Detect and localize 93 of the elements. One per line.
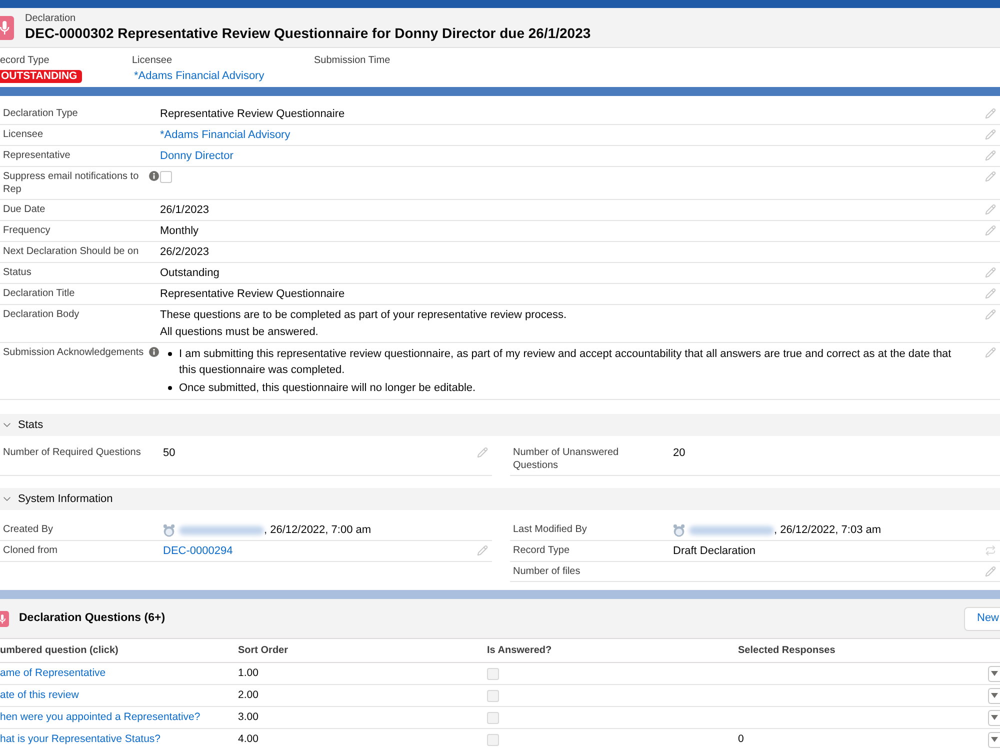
field-label: Last Modified By [513,523,588,536]
field-value: 26/2/2023 [160,245,209,259]
pencil-icon[interactable] [476,545,488,556]
column-header: umbered question (click) [0,644,118,658]
column-header: Is Answered? [487,644,552,658]
checkbox[interactable] [487,734,499,746]
pencil-icon[interactable] [984,309,996,320]
object-type-label: Declaration [25,13,76,25]
field-label: Licensee [3,128,44,141]
table-cell: 4.00 [238,733,258,746]
row-menu-button[interactable] [988,688,1000,704]
field-label: Representative [3,149,72,162]
field-label: Due Date [3,203,46,216]
pencil-icon[interactable] [984,566,996,577]
pencil-icon[interactable] [984,150,996,161]
field-value: 50 [163,446,176,460]
caret-down-icon [991,671,998,676]
pencil-icon[interactable] [984,129,996,140]
field-value: Representative Review Questionnaire [160,107,345,121]
table-cell: 0 [738,733,744,746]
section-header[interactable]: System Information [0,488,1000,510]
bullet-icon [168,386,172,390]
question-link[interactable]: ate of this review [0,689,79,702]
field-label: Next Declaration Should be on [3,245,140,258]
row-menu-button[interactable] [988,710,1000,726]
checkbox[interactable] [487,668,499,680]
question-link[interactable]: hat is your Representative Status? [0,733,161,746]
checkbox[interactable] [487,712,499,724]
pencil-icon[interactable] [984,288,996,299]
info-icon[interactable] [149,347,159,357]
record-link[interactable]: *Adams Financial Advisory [160,128,290,142]
table-cell: 3.00 [238,711,258,724]
field-label: Frequency [3,224,52,237]
field-label: Number of Unanswered Questions [513,446,620,472]
record-link[interactable]: Donny Director [160,149,234,163]
field-label: Number of files [513,565,582,578]
field-label: Declaration Body [3,308,80,321]
pencil-icon[interactable] [984,267,996,278]
caret-down-icon [991,715,998,720]
field-label: Submission Acknowledgements [3,346,145,359]
section-header[interactable]: Stats [0,414,1000,436]
pencil-icon[interactable] [984,225,996,236]
new-button[interactable]: New [964,606,1000,630]
question-link[interactable]: hen were you appointed a Representative? [0,711,200,724]
field-label: Record Type [513,544,571,557]
pencil-icon[interactable] [984,347,996,358]
pencil-icon[interactable] [984,204,996,215]
field-value: 20 [673,446,686,460]
record-link[interactable]: *Adams Financial Advisory [134,70,264,83]
checkbox[interactable] [160,171,172,183]
table-cell: 1.00 [238,667,258,680]
record-link[interactable]: DEC-0000294 [163,544,233,558]
pencil-icon[interactable] [984,171,996,182]
field-label: Number of Required Questions [3,446,142,459]
record-title: DEC-0000302 Representative Review Questionnaire for Donny Director due 26/1/2023 [25,25,591,42]
field-value: Monthly [160,224,199,238]
field-label: Cloned from [3,544,58,557]
field-value: Outstanding [160,266,220,280]
field-label: Status [3,266,32,279]
field-label: Created By [3,523,54,536]
row-menu-button[interactable] [988,666,1000,682]
highlight-label: Submission Time [314,55,390,67]
question-link[interactable]: ame of Representative [0,667,106,680]
table-cell: 2.00 [238,689,258,702]
status-badge: OUTSTANDING [0,70,82,83]
avatar-icon [163,524,175,536]
field-label: Suppress email notifications to Rep [3,170,140,196]
field-value: , 26/12/2022, 7:00 am [264,523,372,537]
related-list-title: Declaration Questions (6+) [19,610,166,626]
field-label: Declaration Type [3,107,79,120]
field-label: Declaration Title [3,287,76,300]
column-header: Sort Order [238,644,288,658]
field-value: 26/1/2023 [160,203,209,217]
row-menu-button[interactable] [988,732,1000,748]
bullet-text: I am submitting this representative review questionnaire, as part of my review and accept accountability that all answers are true and correct as at the date that this questionnaire was completed. [179,347,952,378]
field-value: , 26/12/2022, 7:03 am [774,523,882,537]
info-icon[interactable] [149,171,159,181]
column-header: Selected Responses [738,644,836,658]
pencil-icon[interactable] [984,108,996,119]
highlight-label: Licensee [132,55,172,67]
bullet-icon [168,352,172,356]
checkbox[interactable] [487,690,499,702]
caret-down-icon [991,737,998,742]
pencil-icon[interactable] [476,447,488,458]
field-value: Draft Declaration [673,544,756,558]
repeat-icon[interactable] [984,545,996,556]
avatar-icon [673,524,685,536]
body-text: These questions are to be completed as part of your representative review process. [160,308,567,322]
highlight-label: ecord Type [0,55,50,67]
caret-down-icon [991,693,998,698]
body-text: All questions must be answered. [160,325,318,339]
field-value: Representative Review Questionnaire [160,287,345,301]
bullet-text: Once submitted, this questionnaire will no longer be editable. [179,381,476,396]
